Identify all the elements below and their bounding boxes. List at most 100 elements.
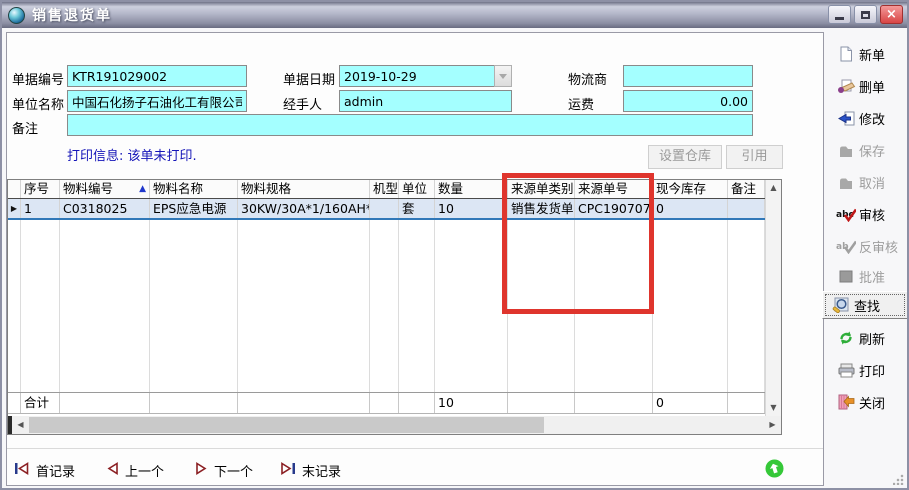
close-button[interactable]: × <box>880 5 903 24</box>
remark-input[interactable] <box>67 114 753 136</box>
cell-material-name[interactable]: EPS应急电源 <box>150 199 238 218</box>
cell-qty[interactable]: 10 <box>435 199 508 218</box>
logistics-label: 物流商 <box>568 69 607 88</box>
modify-icon <box>836 110 856 127</box>
cell-source-type[interactable]: 销售发货单 <box>508 199 575 218</box>
sidebar-button-delete[interactable]: 删单 <box>828 72 907 100</box>
sidebar-button-modify[interactable]: 修改 <box>828 104 907 132</box>
items-grid: 序号 物料编号 ▲ 物料名称 物料规格 机型 单位 数量 来源单类别 来源单号 … <box>7 179 782 435</box>
grid-header-row: 序号 物料编号 ▲ 物料名称 物料规格 机型 单位 数量 来源单类别 来源单号 … <box>8 180 765 199</box>
logistics-input[interactable] <box>623 65 753 87</box>
scroll-up-icon[interactable]: ▲ <box>766 180 781 196</box>
sidebar-button-label: 反审核 <box>859 237 898 256</box>
cell-material-code[interactable]: C0318025 <box>60 199 150 218</box>
app-globe-icon <box>8 7 25 24</box>
col-header-unit[interactable]: 单位 <box>399 180 435 198</box>
next-record-button[interactable]: 下一个 <box>195 458 253 482</box>
reference-button[interactable]: 引用 <box>726 145 783 169</box>
col-header-source-type[interactable]: 来源单类别 <box>508 180 575 198</box>
cell-model[interactable] <box>370 199 399 218</box>
grid-empty-area <box>8 220 765 392</box>
sidebar-button-new[interactable]: 新单 <box>828 40 907 68</box>
sidebar-button-label: 打印 <box>859 361 885 380</box>
maximize-icon <box>861 11 870 19</box>
sidebar-button-save: 保存 <box>828 136 907 164</box>
vertical-scrollbar[interactable]: ▲ ▼ <box>765 180 781 416</box>
col-header-qty[interactable]: 数量 <box>435 180 508 198</box>
hscroll-track[interactable] <box>29 416 764 434</box>
sidebar-button-label: 关闭 <box>859 393 885 412</box>
sidebar-button-approve: 批准 <box>828 262 907 290</box>
sidebar-button-label: 新单 <box>859 45 885 64</box>
sidebar-button-cancel: 取消 <box>828 168 907 196</box>
company-input[interactable] <box>67 90 247 112</box>
row-selector-icon[interactable]: ▶ <box>8 199 21 218</box>
table-row[interactable]: ▶ 1 C0318025 EPS应急电源 30KW/30A*1/160AH*32… <box>8 199 765 220</box>
col-header-remark[interactable]: 备注 <box>728 180 765 198</box>
sales-return-window: 销售退货单 × 单据编号 单据日期 物流商 单位名称 经手人 运费 备注 打印信… <box>0 0 909 490</box>
cell-source-no[interactable]: CPC190707 <box>575 199 653 218</box>
previous-record-button[interactable]: 上一个 <box>106 458 164 482</box>
col-header-source-no[interactable]: 来源单号 <box>575 180 653 198</box>
doc-date-dropdown-button[interactable] <box>494 65 512 87</box>
sidebar-button-label: 查找 <box>854 296 880 315</box>
titlebar[interactable]: 销售退货单 × <box>2 2 907 28</box>
sidebar-button-close-form[interactable]: 关闭 <box>828 388 907 416</box>
set-warehouse-button[interactable]: 设置仓库 <box>648 145 722 169</box>
sort-ascending-icon: ▲ <box>139 180 146 198</box>
remark-label: 备注 <box>12 118 38 137</box>
next-record-label: 下一个 <box>214 461 253 480</box>
scroll-down-icon[interactable]: ▼ <box>766 400 781 416</box>
cancel-icon <box>836 174 856 191</box>
sidebar-button-print[interactable]: 打印 <box>828 356 907 384</box>
nav-separator <box>7 448 823 449</box>
scroll-right-icon[interactable]: ▶ <box>764 416 781 434</box>
col-header-seq[interactable]: 序号 <box>21 180 60 198</box>
horizontal-scrollbar[interactable]: ◀ ▶ <box>8 416 781 434</box>
sidebar-button-label: 审核 <box>859 205 885 224</box>
freight-input[interactable] <box>623 90 753 112</box>
first-record-button[interactable]: 首记录 <box>14 458 75 482</box>
maximize-button[interactable] <box>854 5 877 24</box>
doc-date-combo[interactable] <box>339 65 512 87</box>
reverse-audit-icon: ab <box>836 238 856 255</box>
chevron-down-icon <box>499 74 507 79</box>
cell-unit[interactable]: 套 <box>399 199 435 218</box>
previous-record-label: 上一个 <box>125 461 164 480</box>
hscroll-thumb[interactable] <box>29 417 544 433</box>
handler-input[interactable] <box>339 90 512 112</box>
doc-no-label: 单据编号 <box>12 69 64 88</box>
company-label: 单位名称 <box>12 94 64 113</box>
scroll-left-icon[interactable]: ◀ <box>12 416 29 434</box>
col-header-material-code[interactable]: 物料编号 ▲ <box>60 180 150 198</box>
sidebar-button-label: 刷新 <box>859 329 885 348</box>
cell-stock[interactable]: 0 <box>653 199 728 218</box>
find-icon <box>831 297 851 314</box>
col-header-spec[interactable]: 物料规格 <box>238 180 370 198</box>
window-title: 销售退货单 <box>32 5 112 25</box>
doc-date-input[interactable] <box>339 65 494 87</box>
last-record-icon <box>280 462 296 479</box>
sidebar-button-find[interactable]: 查找 <box>822 291 908 319</box>
sidebar-button-refresh[interactable]: 刷新 <box>828 324 907 352</box>
sidebar-button-label: 保存 <box>859 141 885 160</box>
doc-no-input[interactable] <box>67 65 247 87</box>
minimize-button[interactable] <box>828 5 851 24</box>
last-record-label: 末记录 <box>302 461 341 480</box>
total-label: 合计 <box>21 393 60 413</box>
cell-spec[interactable]: 30KW/30A*1/160AH*32 <box>238 199 370 218</box>
next-record-icon <box>195 462 208 479</box>
print-info-text: 打印信息: 该单未打印. <box>67 145 197 164</box>
cell-seq[interactable]: 1 <box>21 199 60 218</box>
first-record-label: 首记录 <box>36 461 75 480</box>
close-form-icon <box>836 394 856 411</box>
col-header-stock[interactable]: 现今库存 <box>653 180 728 198</box>
cell-remark[interactable] <box>728 199 765 218</box>
sidebar-button-audit[interactable]: abc 审核 <box>828 200 907 228</box>
resize-grip[interactable] <box>893 474 904 485</box>
doc-date-label: 单据日期 <box>283 69 335 88</box>
last-record-button[interactable]: 末记录 <box>280 458 341 482</box>
col-header-model[interactable]: 机型 <box>370 180 399 198</box>
new-doc-icon <box>836 46 856 63</box>
col-header-material-name[interactable]: 物料名称 <box>150 180 238 198</box>
